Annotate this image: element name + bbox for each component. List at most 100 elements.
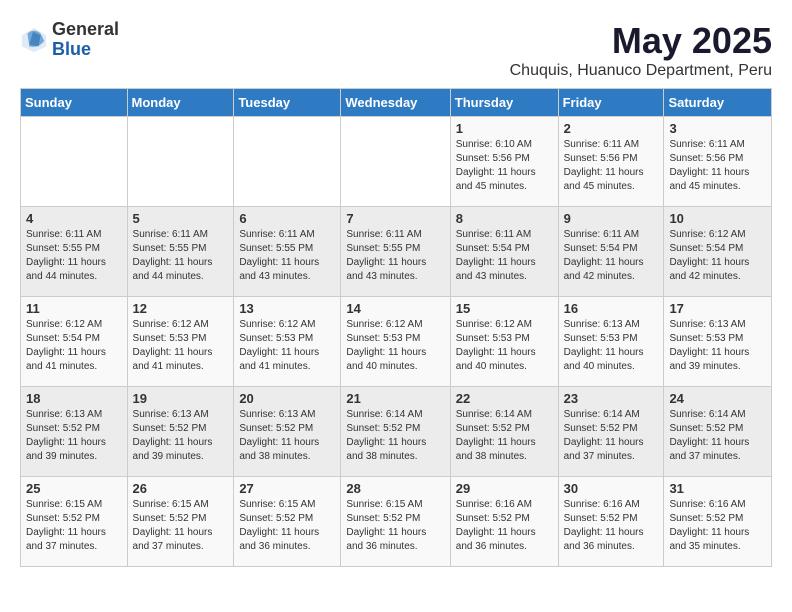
day-number: 29 [456,481,553,496]
cell-info: Sunrise: 6:12 AM Sunset: 5:53 PM Dayligh… [239,318,335,374]
cell-info: Sunrise: 6:11 AM Sunset: 5:54 PM Dayligh… [456,228,553,284]
calendar-cell: 23 Sunrise: 6:14 AM Sunset: 5:52 PM Dayli… [558,387,664,477]
cell-info: Sunrise: 6:14 AM Sunset: 5:52 PM Dayligh… [669,408,766,464]
cell-info: Sunrise: 6:11 AM Sunset: 5:56 PM Dayligh… [669,138,766,194]
calendar-cell [341,117,450,207]
calendar-cell: 27Sunrise: 6:15 AM Sunset: 5:52 PM Dayli… [234,477,341,567]
cell-info: Sunrise: 6:11 AM Sunset: 5:55 PM Dayligh… [239,228,335,284]
calendar-cell: 11Sunrise: 6:12 AM Sunset: 5:54 PM Dayli… [21,297,128,387]
cell-info: Sunrise: 6:13 AM Sunset: 5:52 PM Dayligh… [239,408,335,464]
day-number: 15 [456,301,553,316]
calendar-cell: 30 Sunrise: 6:16 AM Sunset: 5:52 PM Dayli… [558,477,664,567]
calendar-table: SundayMondayTuesdayWednesdayThursdayFrid… [20,88,772,567]
day-number: 30 [564,481,659,496]
cell-info: Sunrise: 6:16 AM Sunset: 5:52 PM Dayligh… [564,498,659,554]
day-number: 13 [239,301,335,316]
cell-info: Sunrise: 6:13 AM Sunset: 5:52 PM Dayligh… [26,408,122,464]
cell-info: Sunrise: 6:12 AM Sunset: 5:53 PM Dayligh… [456,318,553,374]
location-title: Chuquis, Huanuco Department, Peru [510,62,772,80]
day-number: 22 [456,391,553,406]
day-number: 8 [456,211,553,226]
cell-info: Sunrise: 6:16 AM Sunset: 5:52 PM Dayligh… [669,498,766,554]
month-title: May 2025 [510,20,772,62]
day-number: 6 [239,211,335,226]
cell-info: Sunrise: 6:12 AM Sunset: 5:53 PM Dayligh… [346,318,444,374]
header-cell-wednesday: Wednesday [341,89,450,117]
calendar-cell: 3 Sunrise: 6:11 AM Sunset: 5:56 PM Daylig… [664,117,772,207]
day-number: 18 [26,391,122,406]
day-number: 1 [456,121,553,136]
calendar-cell: 5Sunrise: 6:11 AM Sunset: 5:55 PM Daylig… [127,207,234,297]
logo-icon [20,26,48,54]
logo-general-text: General [52,20,119,40]
cell-info: Sunrise: 6:13 AM Sunset: 5:53 PM Dayligh… [669,318,766,374]
day-number: 16 [564,301,659,316]
day-number: 12 [133,301,229,316]
week-row-1: 1Sunrise: 6:10 AM Sunset: 5:56 PM Daylig… [21,117,772,207]
day-number: 11 [26,301,122,316]
day-number: 10 [669,211,766,226]
day-number: 21 [346,391,444,406]
day-number: 14 [346,301,444,316]
day-number: 20 [239,391,335,406]
cell-info: Sunrise: 6:11 AM Sunset: 5:55 PM Dayligh… [346,228,444,284]
day-number: 7 [346,211,444,226]
cell-info: Sunrise: 6:16 AM Sunset: 5:52 PM Dayligh… [456,498,553,554]
cell-info: Sunrise: 6:11 AM Sunset: 5:56 PM Dayligh… [564,138,659,194]
calendar-cell: 15 Sunrise: 6:12 AM Sunset: 5:53 PM Dayli… [450,297,558,387]
logo: General Blue [20,20,119,60]
calendar-cell: 18 Sunrise: 6:13 AM Sunset: 5:52 PM Dayli… [21,387,128,477]
calendar-cell: 16 Sunrise: 6:13 AM Sunset: 5:53 PM Dayli… [558,297,664,387]
cell-info: Sunrise: 6:15 AM Sunset: 5:52 PM Dayligh… [346,498,444,554]
week-row-2: 4 Sunrise: 6:11 AM Sunset: 5:55 PM Daylig… [21,207,772,297]
day-number: 25 [26,481,122,496]
day-number: 3 [669,121,766,136]
calendar-cell: 8 Sunrise: 6:11 AM Sunset: 5:54 PM Daylig… [450,207,558,297]
cell-info: Sunrise: 6:11 AM Sunset: 5:55 PM Dayligh… [133,228,229,284]
calendar-cell: 10Sunrise: 6:12 AM Sunset: 5:54 PM Dayli… [664,207,772,297]
day-number: 19 [133,391,229,406]
cell-info: Sunrise: 6:15 AM Sunset: 5:52 PM Dayligh… [239,498,335,554]
day-number: 26 [133,481,229,496]
logo-text: General Blue [52,20,119,60]
calendar-cell: 22Sunrise: 6:14 AM Sunset: 5:52 PM Dayli… [450,387,558,477]
header-cell-monday: Monday [127,89,234,117]
day-number: 23 [564,391,659,406]
day-number: 31 [669,481,766,496]
calendar-body: 1Sunrise: 6:10 AM Sunset: 5:56 PM Daylig… [21,117,772,567]
calendar-cell: 20 Sunrise: 6:13 AM Sunset: 5:52 PM Dayli… [234,387,341,477]
cell-info: Sunrise: 6:13 AM Sunset: 5:52 PM Dayligh… [133,408,229,464]
day-number: 17 [669,301,766,316]
day-number: 9 [564,211,659,226]
cell-info: Sunrise: 6:14 AM Sunset: 5:52 PM Dayligh… [346,408,444,464]
cell-info: Sunrise: 6:15 AM Sunset: 5:52 PM Dayligh… [133,498,229,554]
cell-info: Sunrise: 6:11 AM Sunset: 5:55 PM Dayligh… [26,228,122,284]
calendar-cell: 6 Sunrise: 6:11 AM Sunset: 5:55 PM Daylig… [234,207,341,297]
header-cell-tuesday: Tuesday [234,89,341,117]
header-row: SundayMondayTuesdayWednesdayThursdayFrid… [21,89,772,117]
calendar-cell [127,117,234,207]
calendar-cell: 24 Sunrise: 6:14 AM Sunset: 5:52 PM Dayli… [664,387,772,477]
calendar-cell: 21 Sunrise: 6:14 AM Sunset: 5:52 PM Dayli… [341,387,450,477]
day-number: 2 [564,121,659,136]
day-number: 4 [26,211,122,226]
calendar-cell: 19 Sunrise: 6:13 AM Sunset: 5:52 PM Dayli… [127,387,234,477]
calendar-cell: 13 Sunrise: 6:12 AM Sunset: 5:53 PM Dayli… [234,297,341,387]
calendar-cell: 14 Sunrise: 6:12 AM Sunset: 5:53 PM Dayli… [341,297,450,387]
calendar-cell [234,117,341,207]
logo-blue-text: Blue [52,40,119,60]
calendar-cell [21,117,128,207]
header-cell-sunday: Sunday [21,89,128,117]
calendar-cell: 26 Sunrise: 6:15 AM Sunset: 5:52 PM Dayli… [127,477,234,567]
week-row-3: 11Sunrise: 6:12 AM Sunset: 5:54 PM Dayli… [21,297,772,387]
cell-info: Sunrise: 6:13 AM Sunset: 5:53 PM Dayligh… [564,318,659,374]
header: General Blue May 2025 Chuquis, Huanuco D… [20,20,772,80]
calendar-cell: 12Sunrise: 6:12 AM Sunset: 5:53 PM Dayli… [127,297,234,387]
week-row-5: 25 Sunrise: 6:15 AM Sunset: 5:52 PM Dayli… [21,477,772,567]
cell-info: Sunrise: 6:14 AM Sunset: 5:52 PM Dayligh… [564,408,659,464]
day-number: 24 [669,391,766,406]
calendar-cell: 9Sunrise: 6:11 AM Sunset: 5:54 PM Daylig… [558,207,664,297]
calendar-cell: 31 Sunrise: 6:16 AM Sunset: 5:52 PM Dayli… [664,477,772,567]
calendar-cell: 29 Sunrise: 6:16 AM Sunset: 5:52 PM Dayli… [450,477,558,567]
title-section: May 2025 Chuquis, Huanuco Department, Pe… [510,20,772,80]
